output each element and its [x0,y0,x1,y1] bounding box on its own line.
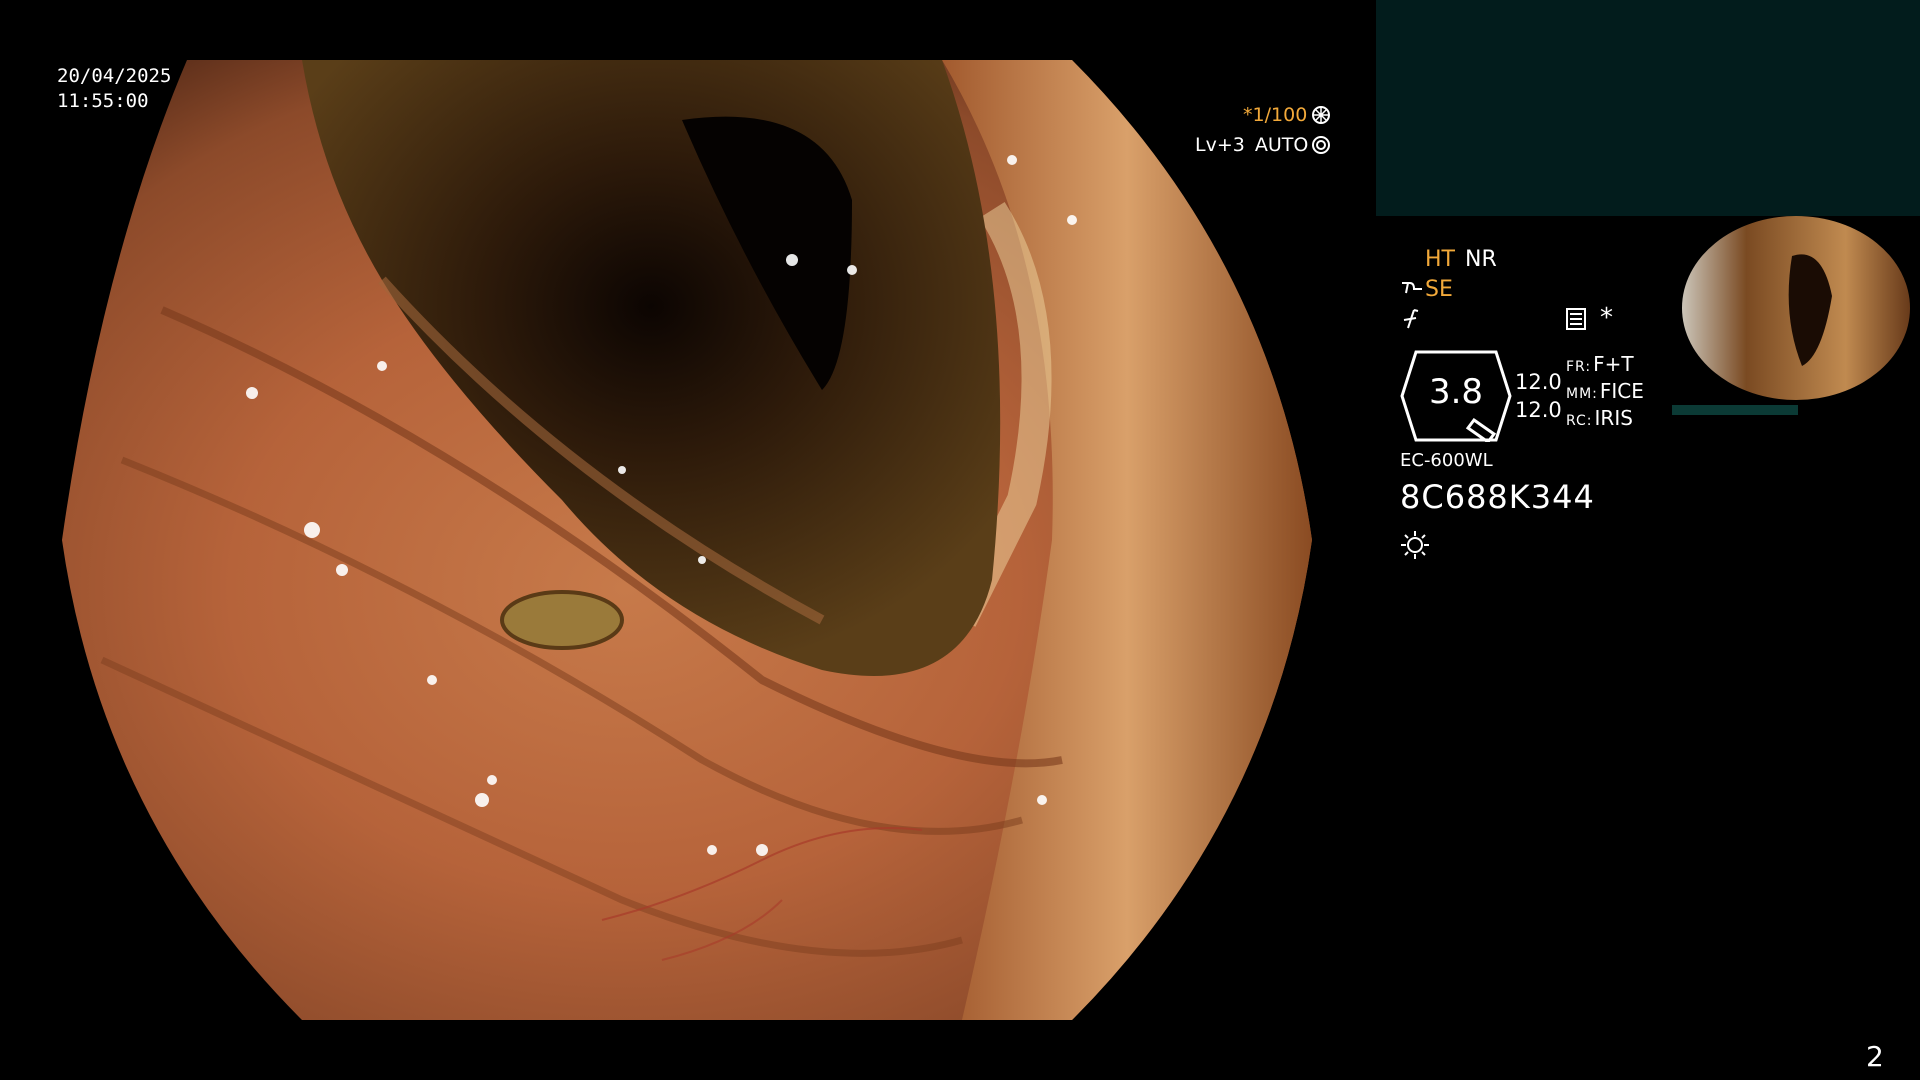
scope-model: EC-600WL [1400,450,1493,471]
mm-label: MM: [1566,386,1598,402]
shutter-info: *1/100 Lv+3 AUTO [1195,100,1331,160]
settings-icon [1566,308,1586,330]
datetime-display: 20/04/2025 11:55:00 [57,64,171,114]
status-block: HT NR SE [1400,244,1497,334]
auto-mode-text: AUTO [1254,134,1309,156]
level-text: Lv+3 [1195,134,1245,156]
mm-value: FICE [1599,379,1644,403]
time-text: 11:55:00 [57,90,149,112]
fr-value: F+T [1593,352,1634,376]
rc-value: IRIS [1594,406,1633,430]
nr-label: NR [1464,246,1497,272]
scope-icon [1402,282,1422,294]
zoom-line2: 12.0 [1515,398,1562,422]
scope-serial: 8C688K344 [1400,478,1595,516]
pip-status-bar [1672,405,1798,415]
zoom-numbers: 12.0 12.0 [1515,368,1562,424]
zoom-value: 3.8 [1428,372,1484,412]
light-icon [1401,531,1429,559]
shutter-speed: *1/100 [1243,104,1308,126]
aperture-icon [1312,106,1331,124]
page-number: 2 [1866,1040,1884,1073]
pip-thumbnail [1682,216,1910,400]
flash-icon [1403,309,1419,329]
se-label: SE [1425,276,1453,302]
rc-label: RC: [1566,413,1593,429]
overlay-panel [1376,0,1920,216]
auto-iris-icon [1312,136,1331,154]
ht-label: HT [1425,246,1455,272]
mode-labels: FR: F+T MM: FICE RC: IRIS [1566,352,1644,433]
zoom-line1: 12.0 [1515,370,1562,394]
date-text: 20/04/2025 [57,65,172,87]
asterisk-indicator: * [1600,303,1613,333]
endoscope-view [62,60,1312,1020]
fr-label: FR: [1566,359,1592,375]
